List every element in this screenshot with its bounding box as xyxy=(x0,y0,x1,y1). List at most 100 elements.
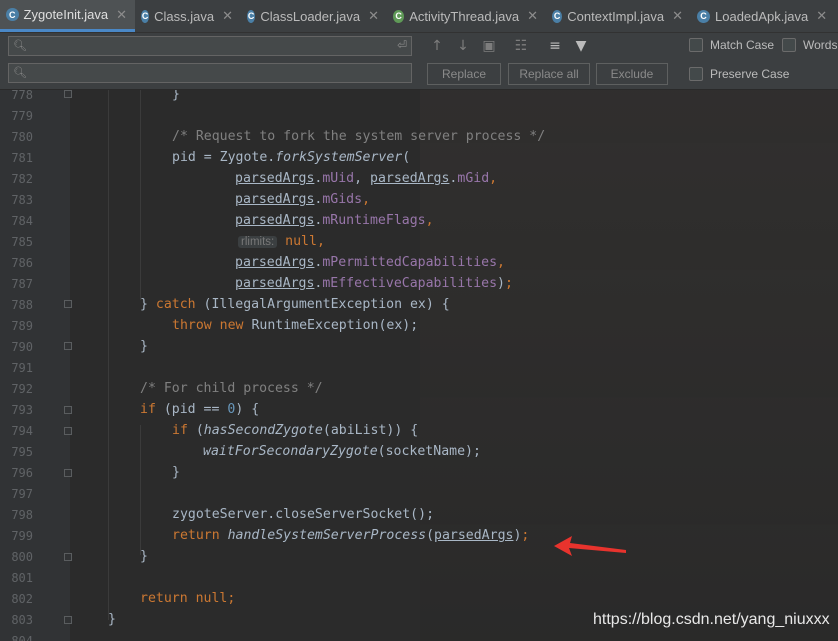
tab-label: ActivityThread.java xyxy=(409,8,520,24)
code-line[interactable]: } xyxy=(108,612,116,627)
match-case-checkbox[interactable]: Match Case xyxy=(689,38,774,52)
close-icon[interactable]: ✕ xyxy=(116,7,127,23)
code-line[interactable]: waitForSecondaryZygote(socketName); xyxy=(203,444,481,459)
code-editor[interactable]: 778 779 780 781 782 783 784 785 786 787 … xyxy=(0,90,838,641)
line-number: 783 xyxy=(11,193,33,207)
close-icon[interactable]: ✕ xyxy=(222,8,233,24)
find-input[interactable] xyxy=(29,38,393,56)
line-number: 794 xyxy=(11,424,33,438)
tab-zygoteinit[interactable]: C ZygoteInit.java ✕ xyxy=(0,0,135,32)
code-line[interactable]: } xyxy=(172,465,180,480)
code-param: parsedArgs xyxy=(434,528,514,543)
line-number: 796 xyxy=(11,466,33,480)
code-line[interactable]: return null; xyxy=(140,591,235,606)
indent-guide xyxy=(140,90,141,300)
fold-marker[interactable] xyxy=(64,406,72,414)
indent-guide xyxy=(140,425,141,555)
code-line[interactable]: return handleSystemServerProcess(parsedA… xyxy=(172,528,529,543)
multiline-icon[interactable]: ☷ xyxy=(512,37,530,55)
replace-input[interactable] xyxy=(29,65,393,83)
close-icon[interactable]: ✕ xyxy=(368,8,379,24)
code-line[interactable]: parsedArgs.mPermittedCapabilities, xyxy=(235,255,505,270)
tab-class[interactable]: C Class.java ✕ xyxy=(135,0,241,32)
line-number: 801 xyxy=(11,571,33,585)
magnifier-icon[interactable]: 🔍︎ xyxy=(13,66,27,79)
code-method: handleSystemServerProcess xyxy=(227,528,427,543)
checkbox-box[interactable] xyxy=(782,38,796,52)
code-line[interactable]: zygoteServer.closeServerSocket(); xyxy=(172,507,434,522)
code-field: mGids xyxy=(322,192,363,207)
code-line[interactable]: if (pid == 0) { xyxy=(140,402,259,417)
code-param: parsedArgs xyxy=(235,171,315,186)
tab-activitythread[interactable]: C ActivityThread.java ✕ xyxy=(387,0,546,32)
arrow-up-icon[interactable]: ↑ xyxy=(428,37,446,55)
code-line[interactable]: } catch (IllegalArgumentException ex) { xyxy=(140,297,450,312)
tab-contextimpl[interactable]: C ContextImpl.java ✕ xyxy=(546,0,691,32)
line-number: 792 xyxy=(11,382,33,396)
code-line[interactable]: } xyxy=(140,549,148,564)
code-token: , xyxy=(354,171,371,186)
arrow-down-icon[interactable]: ↓ xyxy=(454,37,472,55)
replace-field[interactable]: 🔍︎ xyxy=(8,63,412,83)
code-field: mEffectiveCapabilities xyxy=(322,276,498,291)
tab-label: ContextImpl.java xyxy=(567,8,665,24)
tab-loadedapk[interactable]: C LoadedApk.java ✕ xyxy=(691,0,838,32)
line-number: 803 xyxy=(11,613,33,627)
tab-classloader[interactable]: C ClassLoader.java ✕ xyxy=(241,0,387,32)
code-line[interactable]: parsedArgs.mRuntimeFlags, xyxy=(235,213,434,228)
find-field[interactable]: 🔍︎ ⏎ xyxy=(8,36,412,56)
words-checkbox[interactable]: Words xyxy=(782,38,837,52)
replace-button[interactable]: Replace xyxy=(427,63,501,85)
code-method: forkSystemServer xyxy=(275,150,403,165)
code-param: parsedArgs xyxy=(235,276,315,291)
fold-marker[interactable] xyxy=(64,300,72,308)
code-line[interactable]: } xyxy=(140,339,148,354)
java-class-icon: C xyxy=(552,9,563,23)
fold-marker[interactable] xyxy=(64,616,72,624)
code-line[interactable]: parsedArgs.mGids, xyxy=(235,192,370,207)
code-keyword: throw xyxy=(172,318,212,333)
code-token: } xyxy=(140,549,148,564)
code-line[interactable]: } xyxy=(172,90,180,102)
checkbox-box[interactable] xyxy=(689,67,703,81)
preserve-case-label: Preserve Case xyxy=(710,67,790,81)
code-line[interactable]: pid = Zygote.forkSystemServer( xyxy=(172,150,410,165)
fold-marker[interactable] xyxy=(64,553,72,561)
code-line[interactable]: if (hasSecondZygote(abiList)) { xyxy=(172,423,418,438)
line-number: 799 xyxy=(11,529,33,543)
funnel-filter-icon[interactable]: ▼ xyxy=(572,37,590,55)
fold-marker[interactable] xyxy=(64,469,72,477)
code-keyword: null xyxy=(195,591,228,606)
code-line[interactable]: rlimits: null, xyxy=(238,234,325,249)
checkbox-box[interactable] xyxy=(689,38,703,52)
java-class-icon: C xyxy=(697,9,710,23)
code-param: parsedArgs xyxy=(235,255,315,270)
replace-all-button[interactable]: Replace all xyxy=(508,63,590,85)
code-line[interactable]: /* Request to fork the system server pro… xyxy=(172,129,545,144)
code-token: } xyxy=(172,465,180,480)
magnifier-icon[interactable]: 🔍︎ xyxy=(13,39,27,52)
line-number: 781 xyxy=(11,151,33,165)
fold-marker[interactable] xyxy=(64,342,72,350)
fold-marker[interactable] xyxy=(64,90,72,98)
code-keyword: if xyxy=(140,402,156,417)
code-token: } xyxy=(140,339,148,354)
code-line[interactable]: /* For child process */ xyxy=(140,381,323,396)
java-class-icon: C xyxy=(141,9,150,23)
code-keyword: catch xyxy=(155,297,196,312)
code-line[interactable]: parsedArgs.mEffectiveCapabilities); xyxy=(235,276,513,291)
close-icon[interactable]: ✕ xyxy=(816,8,827,24)
newline-icon[interactable]: ⏎ xyxy=(397,38,407,52)
line-number: 779 xyxy=(11,109,33,123)
code-field: mPermittedCapabilities xyxy=(322,255,498,270)
preserve-case-checkbox[interactable]: Preserve Case xyxy=(689,67,789,81)
code-line[interactable]: throw new RuntimeException(ex); xyxy=(172,318,418,333)
exclude-button[interactable]: Exclude xyxy=(596,63,668,85)
filter-list-icon[interactable]: ≡ xyxy=(546,37,564,55)
close-icon[interactable]: ✕ xyxy=(527,8,538,24)
select-all-occurrences-icon[interactable]: ▣ xyxy=(480,37,498,55)
indent-guide xyxy=(108,90,109,620)
fold-marker[interactable] xyxy=(64,427,72,435)
close-icon[interactable]: ✕ xyxy=(672,8,683,24)
code-line[interactable]: parsedArgs.mUid, parsedArgs.mGid, xyxy=(235,171,497,186)
